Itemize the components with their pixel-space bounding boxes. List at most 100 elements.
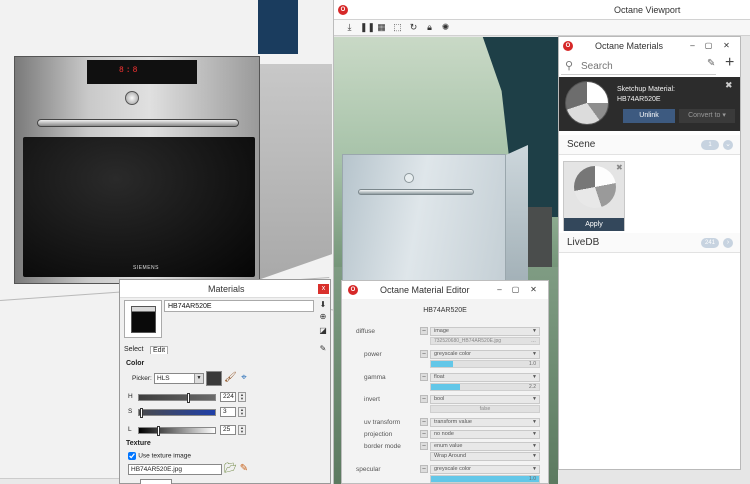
eyedropper-icon[interactable]: ✎	[707, 58, 715, 69]
texture-heading: Texture	[126, 440, 151, 447]
display-in-model-icon[interactable]: ⬇	[318, 300, 328, 310]
tab-edit[interactable]: Edit	[150, 346, 169, 354]
border-mode-select[interactable]: Wrap Around ▼	[430, 452, 540, 461]
add-material-icon[interactable]: +	[725, 54, 734, 72]
render-oven-handle	[358, 189, 474, 195]
unlink-button[interactable]: Unlink	[623, 109, 675, 123]
hue-spinner[interactable]: ▲ ▼	[238, 392, 246, 402]
saturation-input[interactable]: 3	[220, 407, 236, 417]
diffuse-type-select[interactable]: image ▼	[430, 327, 540, 336]
scene-material-tile[interactable]: ✖ Apply	[563, 161, 625, 231]
collapse-icon[interactable]: –	[420, 442, 428, 450]
collapse-icon[interactable]: –	[420, 350, 428, 358]
hue-slider[interactable]	[138, 393, 216, 403]
specular-type-select[interactable]: greyscale color ▼	[430, 465, 540, 474]
use-texture-checkbox[interactable]	[128, 451, 136, 460]
browse-icon[interactable]: …	[531, 338, 536, 344]
gamma-type-value: float	[434, 374, 445, 380]
diffuse-image-file[interactable]: 732520680_HB74AR520E.jpg…	[430, 337, 540, 345]
create-material-icon[interactable]: ⊕	[318, 312, 328, 322]
match-color-icon[interactable]: ⌖	[238, 372, 250, 384]
close-icon[interactable]: ✕	[528, 284, 539, 295]
gamma-type-select[interactable]: float ▼	[430, 373, 540, 382]
texture-width-input[interactable]	[140, 479, 172, 484]
color-swatch[interactable]	[206, 371, 222, 386]
lightness-slider[interactable]	[138, 426, 216, 436]
picker-value: HLS	[157, 375, 170, 382]
octane-materials-titlebar[interactable]: O Octane Materials – ▢ ✕	[559, 37, 740, 55]
octane-viewport-titlebar[interactable]: O Octane Viewport	[334, 0, 750, 20]
slider-thumb[interactable]	[157, 426, 160, 436]
maximize-icon[interactable]: ▢	[703, 40, 714, 51]
close-button[interactable]: x	[318, 284, 329, 294]
projection-select[interactable]: no node ▼	[430, 430, 540, 439]
chevron-down-icon: ▾	[722, 112, 726, 119]
collapse-icon[interactable]: –	[420, 395, 428, 403]
livedb-section-label: LiveDB	[567, 237, 600, 248]
chevron-down-icon: ▼	[532, 431, 537, 437]
tab-select[interactable]: Select	[124, 346, 143, 353]
slider-thumb[interactable]	[140, 408, 143, 418]
default-material-icon[interactable]: ◪	[318, 326, 328, 336]
lightness-spinner[interactable]: ▲ ▼	[238, 425, 246, 435]
uv-transform-label: uv transform	[364, 419, 401, 426]
border-mode-type-select[interactable]: enum value ▼	[430, 442, 540, 451]
projection-label: projection	[364, 431, 393, 438]
chevron-right-icon[interactable]: ›	[723, 238, 733, 248]
uv-transform-select[interactable]: transform value ▼	[430, 418, 540, 427]
close-icon[interactable]: ✕	[721, 40, 732, 51]
minimize-icon[interactable]: –	[687, 40, 698, 51]
gamma-value: 2.2	[529, 384, 536, 390]
slider-thumb[interactable]	[187, 393, 190, 403]
power-type-select[interactable]: greyscale color ▼	[430, 350, 540, 359]
settings-icon[interactable]: ✺	[440, 22, 451, 33]
texture-file-field[interactable]: HB74AR520E.jpg	[128, 464, 222, 475]
livedb-section-header[interactable]: LiveDB 241 ›	[559, 233, 740, 253]
collapse-icon[interactable]: –	[420, 465, 428, 473]
saturation-slider[interactable]	[138, 408, 216, 418]
lock-icon[interactable]: 🔒︎	[424, 22, 435, 33]
chevron-down-icon[interactable]: ⌄	[723, 140, 733, 150]
edit-texture-icon[interactable]: ✎	[238, 463, 250, 475]
diffuse-row: diffuse – image ▼	[342, 327, 548, 337]
pause-icon[interactable]: ❚❚	[360, 22, 375, 33]
invert-toggle[interactable]: false	[430, 405, 540, 413]
slider-fill	[431, 384, 461, 390]
material-search-input[interactable]	[581, 59, 711, 73]
octane-viewport-toolbar: ⤓ ❚❚ ▦ ⬚ ↻ 🔒︎ ✺	[334, 20, 750, 36]
hue-input[interactable]: 224	[220, 392, 236, 402]
reset-color-icon[interactable]: 🖌︎	[224, 372, 237, 384]
convert-to-dropdown[interactable]: Convert to ▾	[679, 109, 735, 123]
export-icon[interactable]: ⤓	[344, 22, 355, 33]
close-icon[interactable]: ✖	[725, 80, 733, 91]
apply-button[interactable]: Apply	[564, 218, 624, 231]
collapse-icon[interactable]: –	[420, 327, 428, 335]
material-name-field[interactable]	[164, 300, 314, 312]
saturation-spinner[interactable]: ▲ ▼	[238, 407, 246, 417]
collapse-icon[interactable]: –	[420, 418, 428, 426]
close-icon[interactable]: ✖	[616, 163, 623, 172]
materials-dialog-titlebar[interactable]: Materials x	[120, 280, 330, 298]
maximize-icon[interactable]: ▢	[510, 284, 521, 295]
minimize-icon[interactable]: –	[494, 284, 505, 295]
oven-model[interactable]: 8:8 SIEMENS	[14, 56, 260, 284]
stop-icon[interactable]: ▦	[376, 22, 387, 33]
scene-section-header[interactable]: Scene 1 ⌄	[559, 135, 740, 155]
specular-slider[interactable]: 1.0	[430, 475, 540, 483]
sample-paint-icon[interactable]: ✎	[318, 344, 328, 354]
material-editor-titlebar[interactable]: O Octane Material Editor – ▢ ✕	[342, 281, 548, 299]
region-icon[interactable]: ⬚	[392, 22, 403, 33]
browse-folder-icon[interactable]: 📂︎	[224, 463, 237, 475]
octane-logo-icon: O	[348, 285, 358, 295]
collapse-icon[interactable]: –	[420, 373, 428, 381]
refresh-icon[interactable]: ↻	[408, 22, 419, 33]
picker-label: Picker:	[132, 375, 152, 382]
color-picker-select[interactable]: HLS ▼	[154, 373, 204, 384]
power-slider[interactable]: 1.0	[430, 360, 540, 368]
invert-type-select[interactable]: bool ▼	[430, 395, 540, 404]
border-mode-type-value: enum value	[434, 443, 463, 449]
collapse-icon[interactable]: –	[420, 430, 428, 438]
lightness-input[interactable]: 25	[220, 425, 236, 435]
power-label: power	[364, 351, 382, 358]
gamma-slider[interactable]: 2.2	[430, 383, 540, 391]
